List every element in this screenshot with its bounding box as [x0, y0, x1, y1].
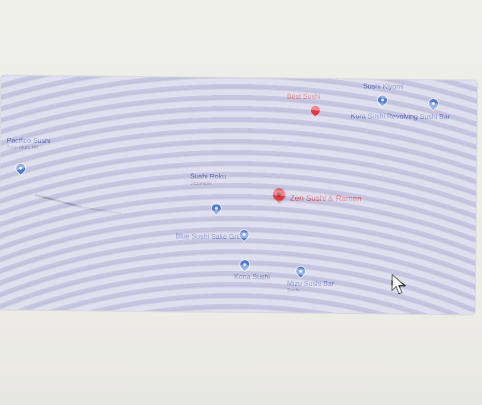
poi-blue-sushi-sake-grill[interactable]: Blue Sushi Sake Grill	[176, 233, 242, 241]
map-pin-icon[interactable]	[238, 258, 252, 271]
poi-pacifico-sushi[interactable]: Pacifico Sushi Tuen Mun, HK	[6, 138, 50, 152]
map-road	[34, 193, 82, 208]
selected-place-label: Zen Sushi & Ramen	[289, 193, 362, 204]
poi-label: Sushi Kiyomi	[363, 83, 404, 91]
map-pin-icon[interactable]	[309, 103, 322, 117]
poi-best-sushi[interactable]: Best Sushi	[287, 94, 321, 102]
poi-sushi-kiyomi[interactable]: Sushi Kiyomi	[363, 83, 404, 91]
selected-map-pin-icon[interactable]	[270, 185, 288, 203]
map-road	[81, 206, 122, 215]
poi-kura-sushi[interactable]: Kura Sushi Revolving Sushi Bar	[351, 113, 450, 122]
map-canvas[interactable]: Pacifico Sushi Tuen Mun, HK Sushi Kiyomi…	[0, 75, 478, 315]
mouse-pointer-icon	[391, 274, 406, 295]
poi-mizu-sushi-bar[interactable]: Mizu Sushi Bar Sushi	[287, 281, 334, 295]
map-pin-icon[interactable]	[376, 93, 389, 107]
poi-sushi-roku[interactable]: Sushi Roku Japanese	[190, 173, 226, 187]
map-pin-icon[interactable]	[294, 264, 308, 278]
poi-label: Kona Sushi	[234, 273, 270, 282]
poi-label: Kura Sushi Revolving Sushi Bar	[350, 113, 451, 122]
poi-kona-sushi[interactable]: Kona Sushi	[234, 274, 270, 282]
selected-place[interactable]: Zen Sushi & Ramen	[289, 193, 362, 205]
background-surface	[0, 316, 482, 405]
map-pin-icon[interactable]	[14, 161, 28, 175]
poi-sublabel: Sushi	[286, 287, 300, 294]
poi-sublabel: Japanese	[190, 180, 212, 187]
photo-frame: Pacifico Sushi Tuen Mun, HK Sushi Kiyomi…	[0, 0, 482, 405]
map-pin-icon[interactable]	[427, 97, 440, 110]
map-pin-icon[interactable]	[209, 201, 223, 215]
poi-sublabel: Tuen Mun, HK	[6, 144, 39, 151]
poi-label: Best Sushi	[286, 93, 321, 101]
poi-label: Blue Sushi Sake Grill	[175, 233, 242, 242]
